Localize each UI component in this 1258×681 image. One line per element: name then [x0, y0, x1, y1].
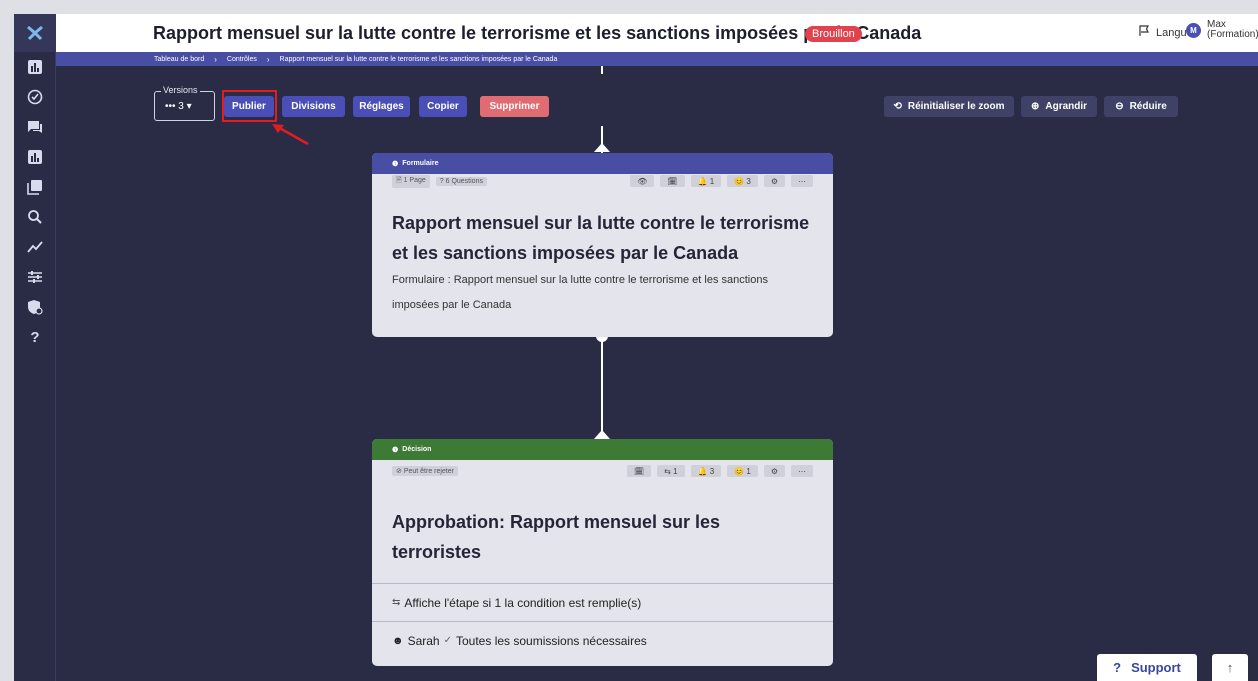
language-selector[interactable]: Langue	[1138, 25, 1193, 40]
avatar: M	[1186, 22, 1201, 38]
gear-icon[interactable]: ⚙	[763, 465, 785, 477]
settings-button[interactable]: Réglages	[353, 96, 410, 117]
trend-icon[interactable]	[14, 232, 56, 262]
arrow-head-lower	[594, 430, 610, 439]
condition-text: Affiche l'étape si 1 la condition est re…	[404, 595, 642, 610]
decision-card-meta: ⊘ Peut être rejeter 🗓 ⇆ 1 🔔 3 😊 1 ⚙ ⋯	[372, 460, 833, 482]
decision-card-tools: 🗓 ⇆ 1 🔔 3 😊 1 ⚙ ⋯	[627, 465, 813, 477]
form-card-type: Formulaire	[402, 160, 439, 167]
reset-zoom-button[interactable]: ⟲ Réinitialiser le zoom	[884, 96, 1014, 117]
calendar-icon[interactable]: 🗓	[627, 465, 652, 477]
breadcrumb: Tableau de bord › Contrôles › Rapport me…	[56, 52, 1258, 66]
pages-count: 1 Page	[403, 176, 426, 184]
reset-icon: ⟲	[893, 101, 902, 112]
preview-icon[interactable]: 👁	[630, 175, 655, 187]
reject-label: Peut être rejeter	[403, 468, 455, 475]
pages-chip: 🗎 1 Page	[392, 174, 430, 188]
calendar-icon[interactable]: 🗓	[660, 175, 685, 187]
divisions-button[interactable]: Divisions	[282, 96, 345, 117]
decision-card[interactable]: ❶ Décision ⊘ Peut être rejeter 🗓 ⇆ 1 🔔 3…	[372, 439, 833, 666]
branch-icon[interactable]: ⇆ 1	[657, 465, 685, 477]
reset-zoom-label: Réinitialiser le zoom	[907, 101, 1005, 112]
dashboard-icon[interactable]	[14, 52, 56, 82]
decision-card-type: Décision	[402, 446, 432, 453]
copy-button[interactable]: Copier	[419, 96, 467, 117]
search-icon[interactable]	[14, 202, 56, 232]
form-card-header: ❶ Formulaire	[372, 153, 833, 174]
notification-icon[interactable]: 🔔 3	[690, 465, 722, 477]
more-icon[interactable]: ⋯	[791, 465, 813, 477]
breadcrumb-current: Rapport mensuel sur la lutte contre le t…	[279, 55, 558, 63]
user-role: (Formation)	[1207, 29, 1258, 40]
chevron-right-icon: ›	[214, 54, 217, 64]
assignee-icon[interactable]: 😊 3	[727, 175, 758, 187]
top-bar: Rapport mensuel sur la lutte contre le t…	[56, 14, 1258, 52]
arrow-head-upper	[594, 143, 610, 152]
scroll-top-button[interactable]: ↑	[1212, 654, 1248, 681]
form-card-description: Formulaire : Rapport mensuel sur la lutt…	[392, 274, 768, 311]
submissions-text: Toutes les soumissions nécessaires	[456, 633, 647, 648]
info-icon: ❶	[392, 446, 399, 454]
report-icon[interactable]	[14, 142, 56, 172]
logo-icon[interactable]	[14, 14, 56, 52]
zoom-in-icon: ⊕	[1030, 101, 1040, 112]
library-icon[interactable]	[14, 172, 56, 202]
delete-button[interactable]: Supprimer	[480, 96, 549, 117]
publish-highlight-box	[222, 90, 277, 122]
user-menu[interactable]: M Max (Formation)	[1186, 20, 1258, 40]
zoom-in-label: Agrandir	[1045, 101, 1088, 112]
versions-select[interactable]: Versions ••• 3 ▾	[154, 85, 215, 121]
branch-icon: ⇆	[392, 597, 401, 608]
more-icon[interactable]: ⋯	[791, 175, 813, 187]
decision-card-title: Approbation: Rapport mensuel sur les ter…	[392, 512, 721, 562]
shield-settings-icon[interactable]	[14, 292, 56, 322]
assignee-name: Sarah	[407, 633, 440, 648]
help-icon[interactable]: ?	[14, 322, 56, 352]
form-card-tools: 👁 🗓 🔔 1 😊 3 ⚙ ⋯	[630, 175, 813, 187]
annotation-arrow-icon	[272, 124, 309, 146]
user-info: Max (Formation)	[1207, 20, 1258, 40]
versions-label: Versions	[161, 85, 200, 95]
status-badge: Brouillon	[805, 26, 862, 42]
breadcrumb-controls[interactable]: Contrôles	[227, 56, 257, 63]
double-check-icon: ✓	[443, 635, 452, 646]
zoom-in-button[interactable]: ⊕ Agrandir	[1021, 96, 1097, 117]
arrow-up-icon: ↑	[1226, 660, 1234, 675]
form-card-title: Rapport mensuel sur la lutte contre le t…	[392, 213, 810, 263]
connector-top	[601, 66, 603, 74]
toolbar: Versions ••• 3 ▾ Publier Divisions Régla…	[14, 85, 1258, 125]
help-icon: ?	[1113, 660, 1122, 675]
questions-count: 6 Questions	[445, 177, 483, 185]
app-frame: ? Rapport mensuel sur la lutte contre le…	[14, 14, 1258, 681]
user-icon: ☻	[392, 634, 404, 647]
filters-icon[interactable]	[14, 262, 56, 292]
info-icon: ❶	[392, 160, 399, 168]
reject-chip: ⊘ Peut être rejeter	[392, 466, 459, 476]
connector-middle	[601, 336, 603, 440]
form-card[interactable]: ❶ Formulaire 🗎 1 Page ? 6 Questions 👁 🗓 …	[372, 153, 833, 337]
support-label: Support	[1131, 660, 1181, 675]
questions-chip: ? 6 Questions	[435, 176, 487, 186]
notification-icon[interactable]: 🔔 1	[690, 175, 722, 187]
assignee-row: ☻ Sarah ✓ Toutes les soumissions nécessa…	[372, 621, 833, 659]
zoom-out-button[interactable]: ⊖ Réduire	[1104, 96, 1178, 117]
condition-row: ⇆ Affiche l'étape si 1 la condition est …	[372, 583, 833, 621]
zoom-out-icon: ⊖	[1115, 101, 1124, 112]
flag-icon	[1138, 25, 1150, 40]
zoom-out-label: Réduire	[1129, 101, 1167, 112]
chevron-right-icon: ›	[266, 54, 270, 64]
assignee-icon[interactable]: 😊 1	[727, 465, 758, 477]
decision-card-header: ❶ Décision	[372, 439, 833, 460]
breadcrumb-dashboard[interactable]: Tableau de bord	[154, 56, 204, 63]
support-button[interactable]: ? Support	[1097, 654, 1197, 681]
gear-icon[interactable]: ⚙	[763, 175, 785, 187]
form-card-meta: 🗎 1 Page ? 6 Questions 👁 🗓 🔔 1 😊 3 ⚙ ⋯	[372, 174, 833, 188]
versions-value: ••• 3 ▾	[165, 101, 192, 112]
